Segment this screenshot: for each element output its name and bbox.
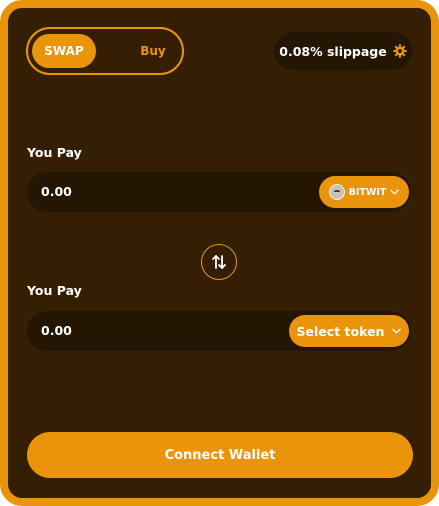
swap-card: SWAP Buy 0.08% slippage You Pay 0.00 BIT… — [0, 0, 439, 506]
slippage-button[interactable]: 0.08% slippage — [274, 32, 412, 70]
gear-icon — [392, 44, 407, 58]
connect-wallet-button[interactable]: Connect Wallet — [27, 432, 413, 478]
token-symbol: BITWIT — [348, 186, 387, 198]
receive-label: You Pay — [27, 283, 82, 298]
swap-arrows-icon — [212, 255, 226, 269]
tab-buy[interactable]: Buy — [128, 34, 178, 68]
receive-field[interactable]: 0.00 Select token — [27, 311, 411, 351]
select-token-label: Select token — [296, 323, 385, 339]
chevron-down-icon — [392, 328, 402, 334]
select-token-button[interactable]: Select token — [289, 315, 409, 347]
token-select-bitwit[interactable]: BITWIT — [319, 176, 409, 208]
chevron-down-icon — [390, 189, 400, 195]
mode-tabs: SWAP Buy — [26, 27, 184, 75]
pay-amount-input[interactable]: 0.00 — [41, 172, 72, 212]
pay-label: You Pay — [27, 145, 82, 160]
receive-amount-input[interactable]: 0.00 — [41, 311, 72, 351]
bitwit-token-icon — [328, 184, 345, 200]
slippage-label: 0.08% slippage — [279, 43, 387, 59]
tab-swap[interactable]: SWAP — [32, 34, 96, 68]
swap-direction-button[interactable] — [201, 244, 237, 280]
pay-field[interactable]: 0.00 BITWIT — [27, 172, 411, 212]
